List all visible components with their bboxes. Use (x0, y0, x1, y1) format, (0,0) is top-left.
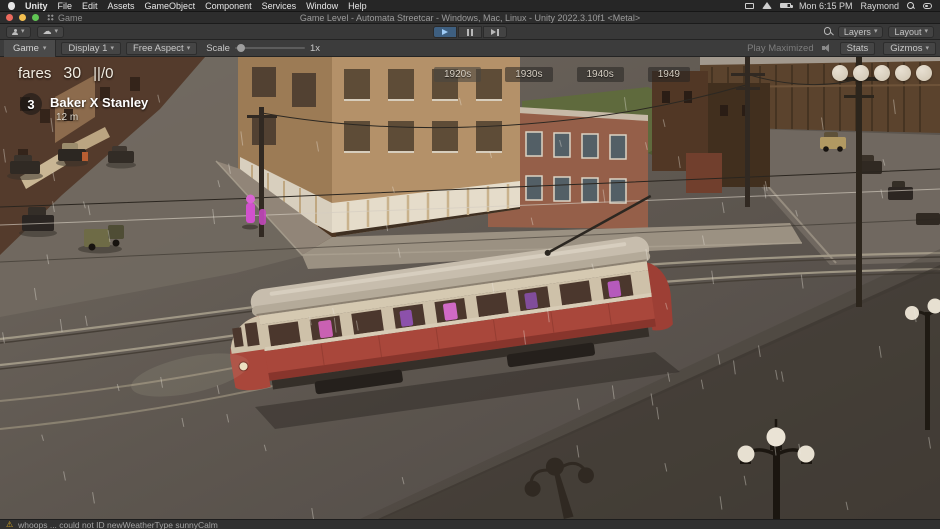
menu-help[interactable]: Help (348, 0, 367, 12)
apple-menu-icon[interactable] (8, 2, 15, 10)
window-title: Game Level - Automata Streetcar - Window… (300, 13, 640, 23)
display-label: Display 1 (68, 43, 107, 54)
stop-number-badge: 3 (20, 93, 42, 115)
stats-label: Stats (847, 43, 869, 54)
era-button-1930s[interactable]: 1930s (505, 67, 552, 82)
wifi-icon[interactable] (762, 2, 772, 9)
gizmos-dropdown[interactable]: Gizmos ▾ (883, 42, 936, 55)
chevron-down-icon: ▾ (924, 28, 928, 35)
control-center-icon[interactable] (923, 3, 932, 9)
chevron-down-icon: ▾ (187, 45, 191, 52)
menubar-status-area: Mon 6:15 PM Raymond (745, 0, 932, 12)
step-button[interactable] (483, 26, 507, 38)
game-viewport[interactable]: fares 30 ||/0 3 Baker X Stanley 12 m 192… (0, 57, 940, 519)
life-dot (895, 65, 911, 81)
scale-slider[interactable] (235, 47, 305, 49)
layers-dropdown[interactable]: Layers ▾ (838, 26, 884, 38)
unity-statusbar[interactable]: ⚠ whoops ... could not ID newWeatherType… (0, 519, 940, 529)
menu-file[interactable]: File (58, 0, 73, 12)
unity-toolbar: ▾ ☁ ▾ Layers ▾ Layout ▾ (0, 24, 940, 40)
gamebar-right-group: Play Maximized Stats Gizmos ▾ (747, 42, 936, 55)
chevron-down-icon: ▾ (874, 28, 878, 35)
menubar-clock[interactable]: Mon 6:15 PM (799, 0, 853, 12)
macos-menubar: Unity File Edit Assets GameObject Compon… (0, 0, 940, 12)
life-dot (916, 65, 932, 81)
mute-audio-icon[interactable] (822, 44, 832, 53)
aspect-dropdown[interactable]: Free Aspect ▾ (126, 42, 197, 55)
spotlight-icon[interactable] (907, 2, 915, 10)
game-panel-tab-label: Game (13, 43, 39, 54)
layout-label: Layout (894, 27, 921, 37)
menu-unity[interactable]: Unity (25, 0, 48, 12)
chevron-down-icon: ▾ (43, 45, 47, 52)
search-icon[interactable] (824, 27, 833, 36)
game-view-tab-label: Game (58, 13, 83, 23)
era-button-1949[interactable]: 1949 (648, 67, 690, 82)
menu-component[interactable]: Component (205, 0, 252, 12)
grid-icon (47, 14, 54, 21)
next-stop-name: Baker X Stanley (50, 95, 148, 110)
user-menu[interactable]: Raymond (860, 0, 899, 12)
cloud-services-button[interactable]: ☁ ▾ (37, 26, 65, 38)
play-maximized-toggle[interactable]: Play Maximized (747, 43, 814, 54)
display-icon[interactable] (745, 3, 754, 9)
chevron-down-icon: ▾ (55, 28, 59, 35)
account-button[interactable]: ▾ (6, 26, 31, 38)
era-button-1940s[interactable]: 1940s (577, 67, 624, 82)
fares-detail: ||/0 (93, 65, 113, 82)
play-icon (442, 29, 448, 35)
account-icon (12, 29, 18, 35)
menu-edit[interactable]: Edit (82, 0, 98, 12)
step-icon (491, 29, 499, 36)
aspect-label: Free Aspect (133, 43, 184, 54)
chevron-down-icon: ▾ (110, 45, 114, 52)
window-controls (6, 14, 39, 21)
scale-label: Scale (206, 43, 230, 54)
cloud-icon: ☁ (43, 26, 52, 37)
game-panel-tab[interactable]: Game ▾ (4, 40, 56, 57)
scale-control: Scale 1x (206, 43, 320, 54)
play-button[interactable] (433, 26, 457, 38)
game-scene (0, 57, 940, 519)
fares-readout: fares 30 ||/0 (18, 65, 113, 83)
battery-icon[interactable] (780, 3, 791, 8)
life-dot (874, 65, 890, 81)
zoom-window-button[interactable] (32, 14, 39, 21)
toolbar-right-group: Layers ▾ Layout ▾ (824, 26, 934, 38)
life-dot (853, 65, 869, 81)
unity-titlebar: Game Game Level - Automata Streetcar - W… (0, 12, 940, 24)
minimize-window-button[interactable] (19, 14, 26, 21)
next-stop-distance: 12 m (56, 112, 78, 123)
layout-dropdown[interactable]: Layout ▾ (888, 26, 934, 38)
game-view-tab[interactable]: Game (47, 13, 83, 23)
stats-button[interactable]: Stats (840, 42, 876, 55)
display-dropdown[interactable]: Display 1 ▾ (61, 42, 121, 55)
pause-icon (467, 29, 473, 36)
menu-services[interactable]: Services (262, 0, 297, 12)
console-message: whoops ... could not ID newWeatherType s… (18, 520, 218, 529)
warning-icon: ⚠ (6, 521, 13, 529)
close-window-button[interactable] (6, 14, 13, 21)
screen: Unity File Edit Assets GameObject Compon… (0, 0, 940, 529)
scale-value: 1x (310, 43, 320, 54)
scale-slider-knob[interactable] (237, 44, 245, 52)
era-selector: 1920s 1930s 1940s 1949 (434, 67, 690, 82)
transport-controls (433, 26, 507, 38)
menu-window[interactable]: Window (306, 0, 338, 12)
gizmos-label: Gizmos (890, 43, 922, 54)
life-dot (832, 65, 848, 81)
fares-label: fares (18, 65, 51, 82)
fares-value: 30 (63, 65, 81, 83)
menu-assets[interactable]: Assets (108, 0, 135, 12)
chevron-down-icon: ▾ (21, 28, 25, 35)
era-button-1920s[interactable]: 1920s (434, 67, 481, 82)
chevron-down-icon: ▾ (925, 45, 929, 52)
game-view-toolbar: Game ▾ Display 1 ▾ Free Aspect ▾ Scale 1… (0, 40, 940, 57)
menu-gameobject[interactable]: GameObject (145, 0, 196, 12)
pause-button[interactable] (458, 26, 482, 38)
layers-label: Layers (844, 27, 871, 37)
lives-dots (832, 65, 932, 81)
